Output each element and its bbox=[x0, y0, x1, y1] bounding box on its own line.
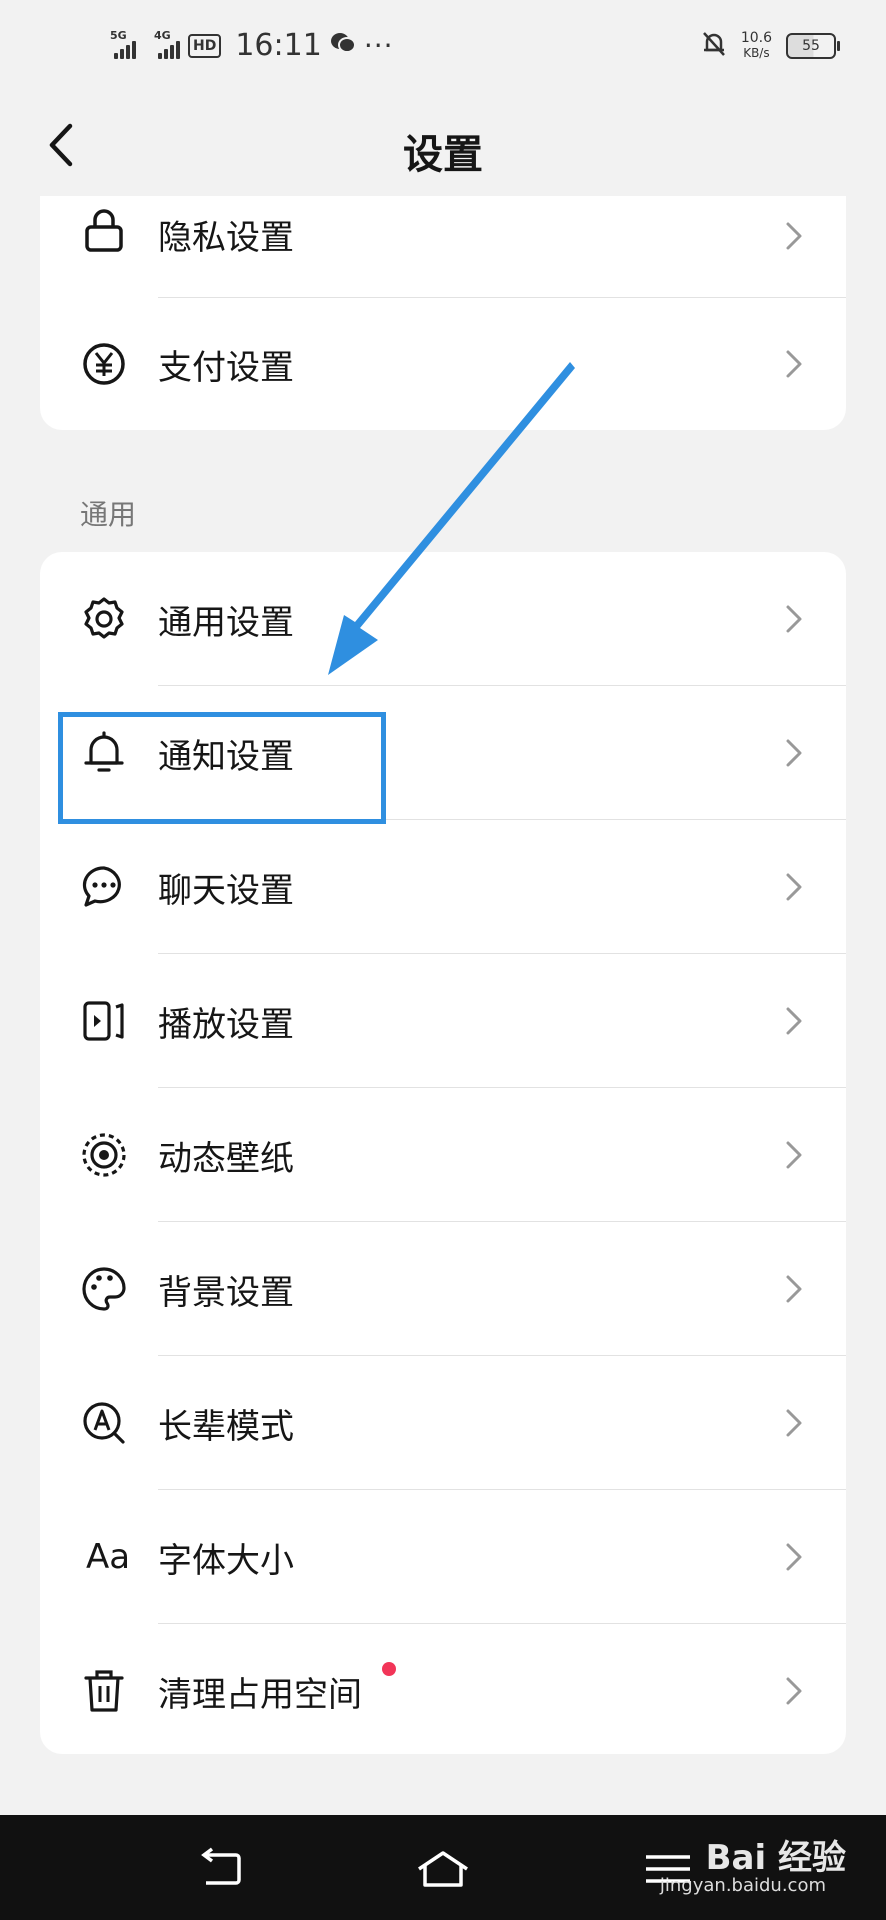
section-title-general: 通用 bbox=[80, 498, 137, 531]
chat-bubble-icon bbox=[80, 863, 128, 911]
chevron-right-icon bbox=[786, 1543, 802, 1571]
yen-icon bbox=[80, 340, 128, 388]
network-type-label: 4G bbox=[154, 28, 171, 42]
list-item-playback-settings[interactable]: 播放设置 bbox=[40, 954, 846, 1088]
chevron-right-icon bbox=[786, 1409, 802, 1437]
chevron-right-icon bbox=[786, 873, 802, 901]
privacy-payment-group: 隐私设置 支付设置 bbox=[40, 196, 846, 430]
gear-icon bbox=[80, 595, 128, 643]
chevron-right-icon bbox=[786, 1007, 802, 1035]
list-item-background-settings[interactable]: 背景设置 bbox=[40, 1222, 846, 1356]
page-title: 设置 bbox=[403, 132, 483, 178]
baidu-jingyan-watermark: Bai 经验 bbox=[705, 1838, 846, 1878]
back-nav-icon[interactable] bbox=[192, 1845, 252, 1893]
list-item-chat-settings[interactable]: 聊天设置 bbox=[40, 820, 846, 954]
list-item-label: 隐私设置 bbox=[158, 218, 294, 258]
watermark-url: jingyan.baidu.com bbox=[659, 1875, 826, 1896]
lock-icon bbox=[80, 206, 128, 254]
list-item-label: 字体大小 bbox=[158, 1540, 294, 1581]
elder-mode-icon bbox=[80, 1399, 128, 1447]
chevron-right-icon bbox=[786, 739, 802, 767]
hd-voice-icon: HD bbox=[188, 33, 222, 58]
palette-icon bbox=[80, 1265, 128, 1313]
more-notifications-icon: ··· bbox=[363, 29, 394, 62]
wechat-notification-icon bbox=[330, 31, 356, 61]
list-item-clear-storage[interactable]: 清理占用空间 bbox=[40, 1624, 846, 1754]
new-badge-dot bbox=[382, 1662, 396, 1676]
list-item-general-settings[interactable]: 通用设置 bbox=[40, 552, 846, 686]
silent-bell-icon bbox=[701, 30, 727, 62]
chevron-right-icon bbox=[786, 1141, 802, 1169]
list-item-label: 播放设置 bbox=[158, 1004, 294, 1045]
list-item-elder-mode[interactable]: 长辈模式 bbox=[40, 1356, 846, 1490]
system-nav-bar: Bai 经验 jingyan.baidu.com bbox=[0, 1815, 886, 1920]
battery-icon: 55 bbox=[786, 33, 840, 59]
list-item-live-wallpaper[interactable]: 动态壁纸 bbox=[40, 1088, 846, 1222]
list-item-label: 支付设置 bbox=[158, 347, 294, 388]
chevron-right-icon bbox=[786, 350, 802, 378]
network-type-label: 5G bbox=[110, 28, 127, 42]
network-speed: 10.6 KB/s bbox=[740, 30, 772, 61]
list-item-label: 背景设置 bbox=[158, 1272, 294, 1313]
trash-icon bbox=[80, 1667, 128, 1715]
play-screen-icon bbox=[80, 997, 128, 1045]
list-item-font-size[interactable]: Aa 字体大小 bbox=[40, 1490, 846, 1624]
list-item-label: 通用设置 bbox=[158, 602, 294, 643]
list-item-payment-settings[interactable]: 支付设置 bbox=[40, 298, 846, 430]
live-wallpaper-icon bbox=[80, 1131, 128, 1179]
highlight-box bbox=[58, 712, 386, 824]
clock: 16:11 bbox=[235, 28, 322, 63]
status-bar: 5G 4G HD 16:11 ··· 10.6 KB/s 55 bbox=[0, 0, 886, 100]
chevron-right-icon bbox=[786, 1275, 802, 1303]
list-item-label: 清理占用空间 bbox=[158, 1674, 362, 1715]
list-item-label: 聊天设置 bbox=[158, 870, 294, 911]
chevron-right-icon bbox=[786, 1677, 802, 1705]
chevron-right-icon bbox=[786, 605, 802, 633]
home-nav-icon[interactable] bbox=[413, 1845, 473, 1893]
header: 设置 bbox=[0, 100, 886, 195]
font-size-icon: Aa bbox=[85, 1537, 131, 1577]
signal-5g-icon: 5G bbox=[110, 29, 136, 59]
chevron-right-icon bbox=[786, 222, 802, 250]
list-item-label: 长辈模式 bbox=[158, 1406, 294, 1447]
list-item-privacy-settings[interactable]: 隐私设置 bbox=[40, 196, 846, 298]
list-item-label: 动态壁纸 bbox=[158, 1138, 294, 1179]
signal-4g-icon: 4G bbox=[154, 29, 180, 59]
